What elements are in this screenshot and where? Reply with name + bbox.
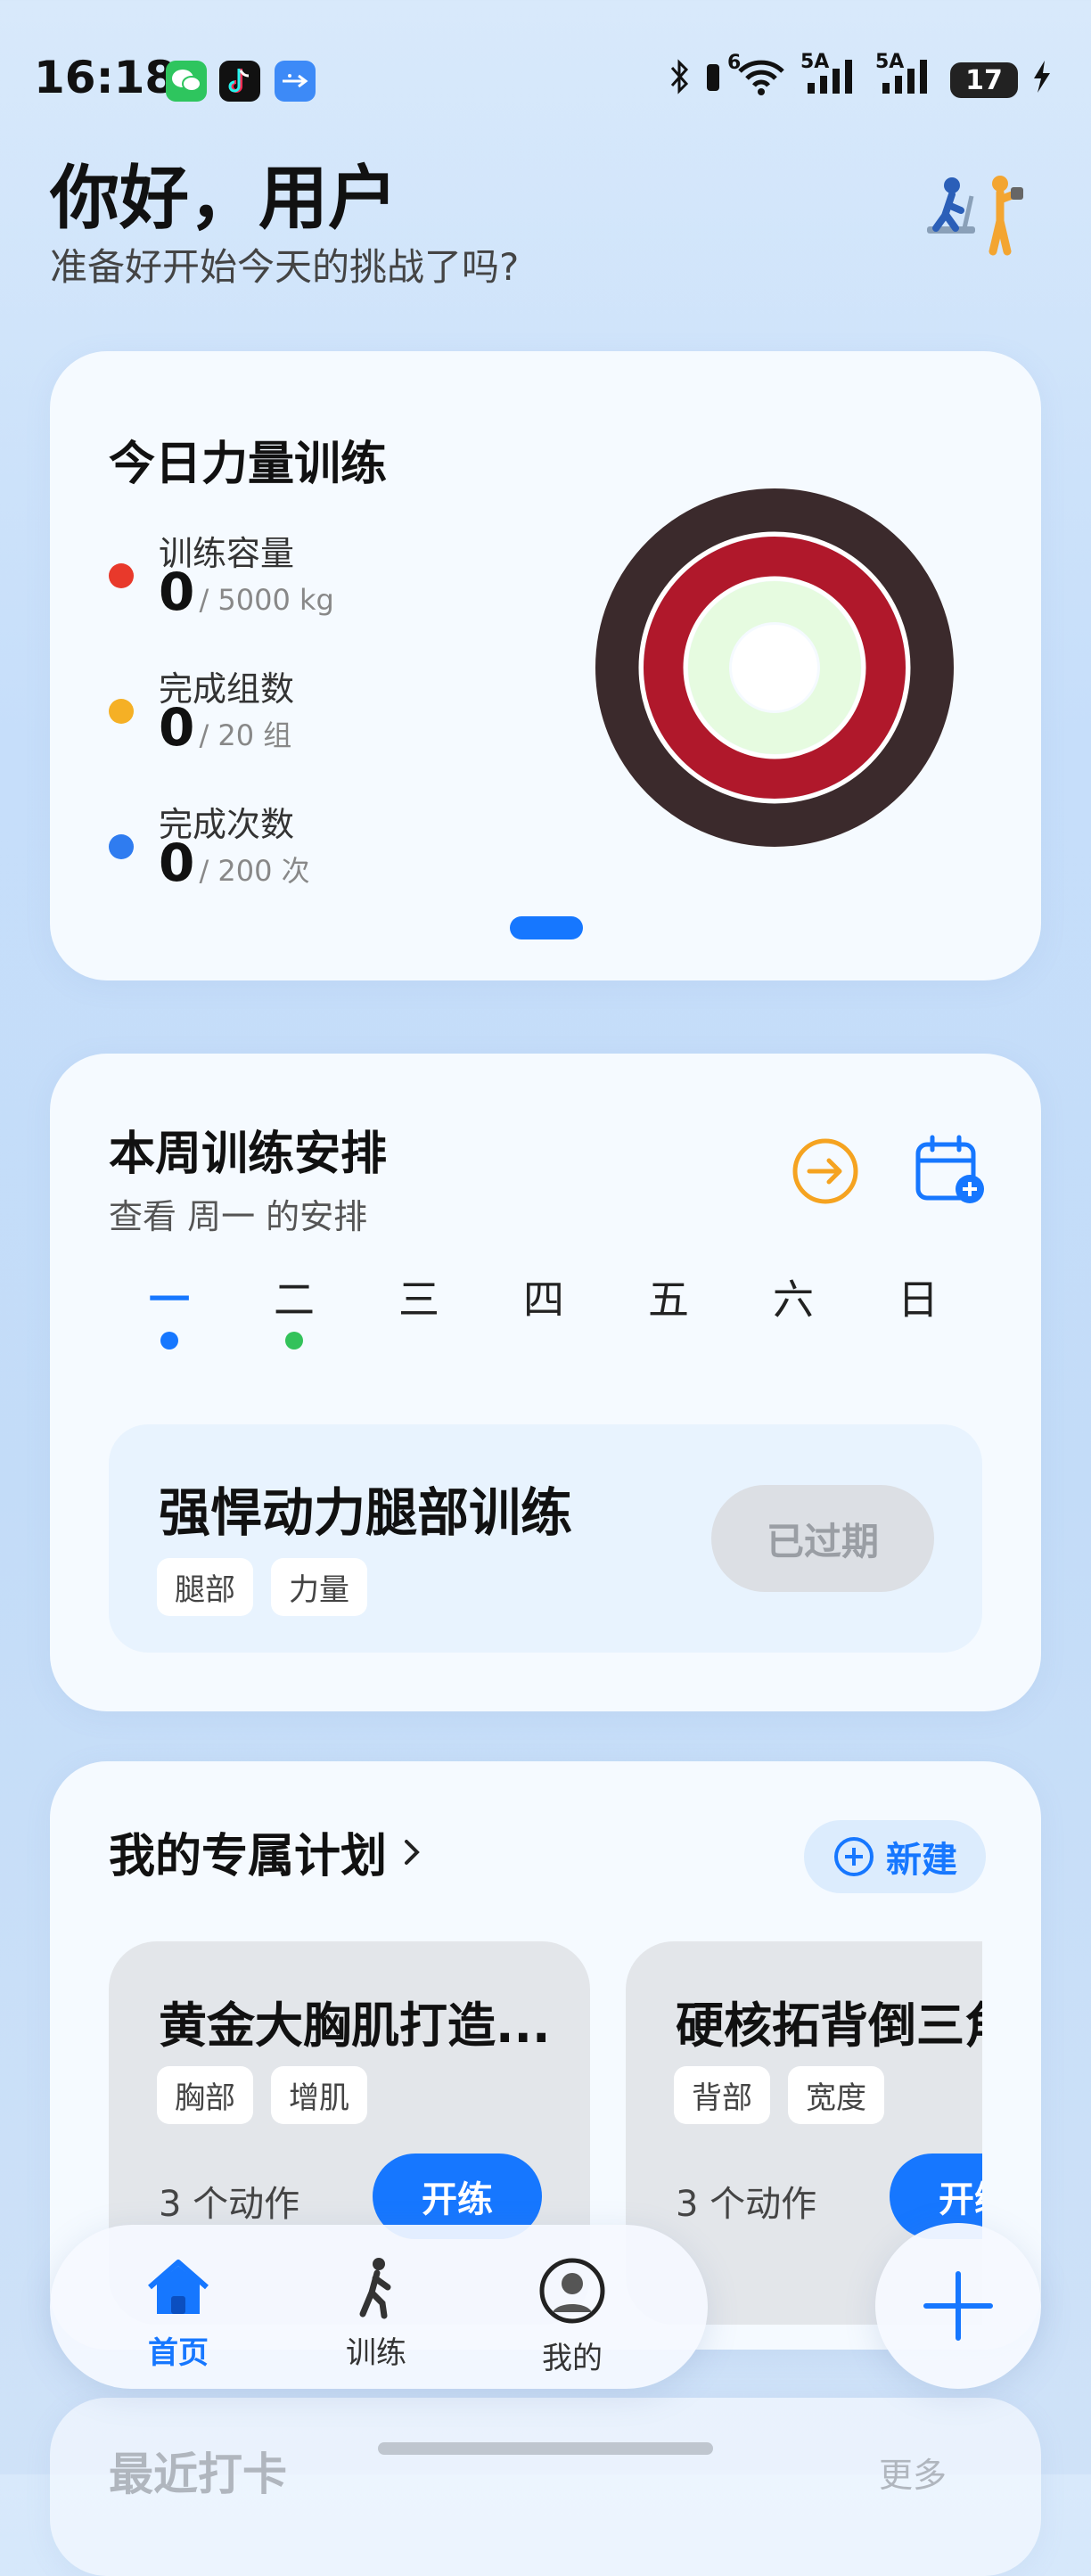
start-label: 开练 [422,2179,493,2220]
stat-value-line: 0 / 20 组 [159,697,291,758]
add-fab-button[interactable] [875,2223,1041,2389]
usb-icon [275,61,316,102]
workout-illustration-icon [922,169,1029,262]
vibrate-icon [704,59,722,102]
plan-count: 3 个动作 [676,2184,817,2225]
weekday-sun[interactable]: 日 [882,1267,954,1326]
signal-label-2: 5A [875,51,905,73]
plan-title: 黄金大胸肌打造... [159,1998,551,2054]
plans-header-link[interactable]: 我的专属计划 [109,1818,422,1885]
sets-dot-icon [109,699,134,724]
volume-dot-icon [109,563,134,588]
tag: 增肌 [271,2066,367,2124]
today-training-card[interactable]: 今日力量训练 训练容量 0 / 5000 kg 完成组数 0 / 20 组 完成… [50,351,1041,980]
calendar-add-icon [915,1135,984,1203]
weekday-tue[interactable]: 二 [258,1267,330,1326]
stat-value: 0 [159,697,195,758]
chevron-right-icon [405,1839,420,1865]
recent-more-link[interactable]: 更多 [879,2448,947,2497]
mon-dot [160,1332,178,1350]
plan-title: 硬核拓背倒三角 [676,1998,982,2054]
week-subtitle: 查看 周一 的安排 [109,1197,368,1236]
tag: 背部 [674,2066,770,2124]
status-label: 已过期 [766,1519,879,1563]
nav-mine-label: 我的 [542,2341,603,2376]
nav-home-label: 首页 [148,2335,209,2371]
new-plan-button[interactable]: 新建 [804,1820,986,1893]
plan-count: 3 个动作 [159,2184,300,2225]
nav-train-label: 训练 [346,2335,406,2371]
stat-value-line: 0 / 200 次 [159,833,310,893]
nav-mine[interactable]: 我的 [510,2257,635,2377]
workout-title: 强悍动力腿部训练 [159,1482,573,1543]
status-indicators: 6 5A 5A 17 [669,51,1052,103]
start-label: 开练 [939,2179,982,2220]
greeting-title: 你好，用户 [50,159,398,239]
tue-dot [285,1332,303,1350]
plan-tags: 背部 宽度 [674,2066,884,2124]
weekday-fri[interactable]: 五 [633,1267,704,1326]
weekday-mon[interactable]: 一 [134,1267,205,1326]
stat-goal: / 20 组 [199,718,292,752]
expired-status-button: 已过期 [711,1485,934,1592]
plans-title: 我的专属计划 [109,1830,388,1883]
weekday-selector: 一 二 三 四 五 六 日 [134,1267,989,1366]
charging-icon [1032,59,1052,102]
signal-label: 5A [800,51,830,73]
plus-circle-icon [834,1837,874,1876]
tag: 胸部 [157,2066,253,2124]
wifi-label: 6 [727,52,742,74]
greeting-subtitle: 准备好开始今天的挑战了吗? [50,245,520,289]
tag: 宽度 [788,2066,884,2124]
home-icon [148,2260,209,2314]
home-indicator [378,2442,713,2455]
nav-train[interactable]: 训练 [314,2257,439,2372]
arrow-circle-icon [792,1138,858,1204]
recent-checkin-card: 最近打卡 更多 [50,2398,1041,2576]
weekly-plan-card: 本周训练安排 查看 周一 的安排 一 二 三 四 五 六 日 强悍动力腿部训练 … [50,1054,1041,1711]
battery-level: 17 [965,64,1003,96]
bluetooth-icon [669,59,690,102]
add-calendar-button[interactable] [913,1132,988,1210]
stat-value: 0 [159,833,195,893]
wifi-icon: 6 [727,52,786,103]
stat-goal: / 200 次 [199,854,310,888]
wechat-icon [166,61,207,102]
plus-icon [923,2271,993,2341]
stat-value-line: 0 / 5000 kg [159,562,334,622]
arrow-right-button[interactable] [790,1136,861,1210]
reps-dot-icon [109,834,134,859]
new-plan-label: 新建 [886,1840,957,1881]
progress-rings [595,488,954,847]
tag: 力量 [271,1558,367,1616]
tiktok-icon [219,61,260,102]
signal-icon: 5A [800,51,861,103]
status-time: 16:18 [34,52,176,103]
bottom-nav: 首页 训练 我的 [50,2225,708,2389]
stat-goal: / 5000 kg [199,583,334,617]
nav-home[interactable]: 首页 [116,2257,241,2372]
week-title: 本周训练安排 [109,1128,388,1181]
weekday-thu[interactable]: 四 [508,1267,579,1326]
weekday-wed[interactable]: 三 [383,1267,455,1326]
weekday-sat[interactable]: 六 [758,1267,829,1326]
plan-tags: 胸部 增肌 [157,2066,367,2124]
recent-title: 最近打卡 [109,2449,287,2500]
today-title: 今日力量训练 [109,438,388,491]
walking-icon [359,2258,391,2319]
profile-icon [539,2258,605,2324]
battery-icon: 17 [950,62,1018,98]
workout-tags: 腿部 力量 [157,1558,367,1616]
stat-value: 0 [159,562,195,622]
signal-icon-2: 5A [875,51,936,103]
page-indicator [510,916,583,939]
tag: 腿部 [157,1558,253,1616]
workout-item[interactable]: 强悍动力腿部训练 腿部 力量 已过期 [109,1424,982,1653]
